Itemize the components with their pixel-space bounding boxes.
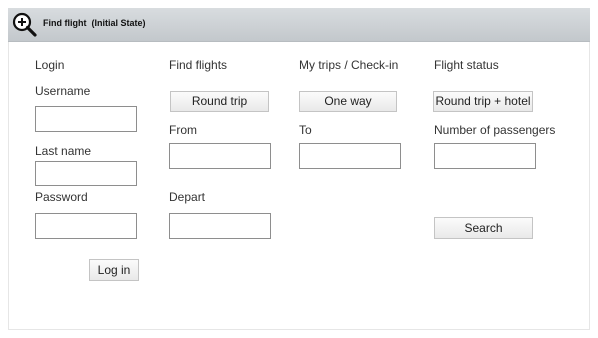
- round-trip-hotel-button[interactable]: Round trip + hotel: [433, 91, 533, 112]
- last-name-label: Last name: [35, 144, 92, 158]
- password-label: Password: [35, 190, 88, 204]
- log-in-button[interactable]: Log in: [89, 259, 139, 281]
- window-titlebar: Find flight (Initial State): [8, 8, 590, 42]
- password-input[interactable]: [35, 213, 137, 239]
- window-title-main: Find flight: [43, 18, 87, 28]
- to-input[interactable]: [299, 143, 401, 169]
- search-button[interactable]: Search: [434, 217, 533, 239]
- main-panel: Login Find flights My trips / Check-in F…: [8, 42, 590, 330]
- window-title-state: (Initial State): [91, 18, 146, 28]
- last-name-input[interactable]: [35, 161, 137, 186]
- depart-input[interactable]: [169, 213, 271, 239]
- nav-find-flights[interactable]: Find flights: [169, 58, 227, 72]
- nav-flight-status[interactable]: Flight status: [434, 58, 499, 72]
- nav-my-trips[interactable]: My trips / Check-in: [299, 58, 398, 72]
- round-trip-button[interactable]: Round trip: [170, 91, 269, 112]
- from-input[interactable]: [169, 143, 271, 169]
- to-label: To: [299, 123, 312, 137]
- depart-label: Depart: [169, 190, 206, 204]
- username-label: Username: [35, 84, 91, 98]
- from-label: From: [169, 123, 197, 137]
- zoom-in-icon[interactable]: [9, 10, 39, 40]
- passengers-label: Number of passengers: [434, 123, 556, 137]
- passengers-input[interactable]: [434, 143, 536, 169]
- window-title: Find flight (Initial State): [43, 18, 146, 28]
- one-way-button[interactable]: One way: [299, 91, 397, 112]
- username-input[interactable]: [35, 106, 137, 132]
- nav-login[interactable]: Login: [35, 58, 64, 72]
